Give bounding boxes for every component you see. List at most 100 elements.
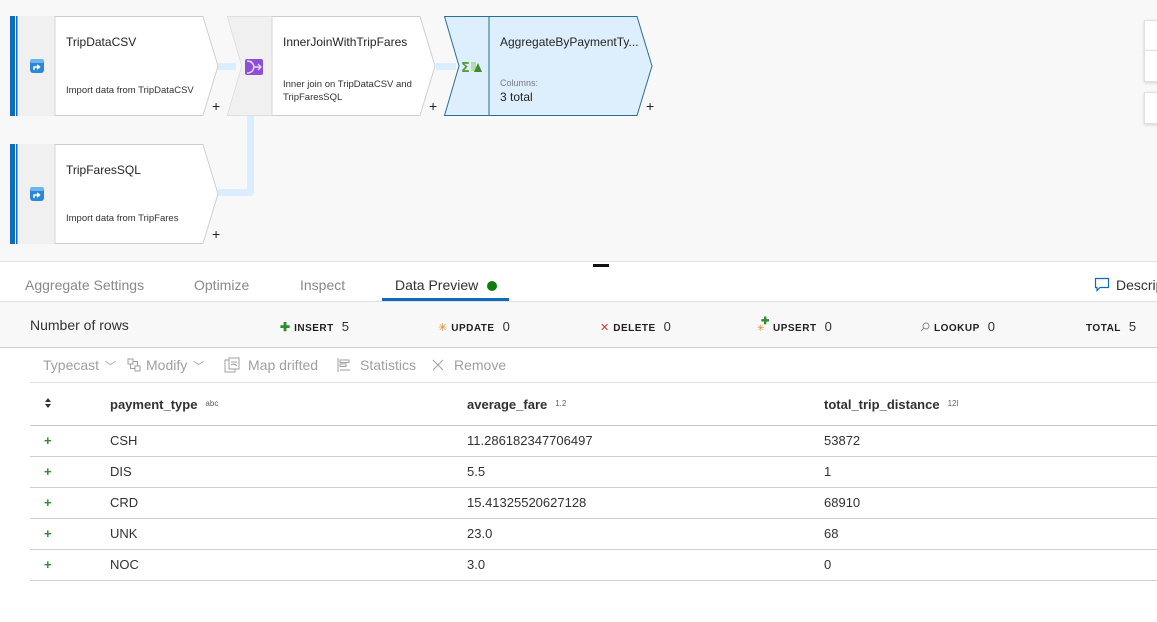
- column-header-average-fare[interactable]: average_fare 1.2: [467, 397, 566, 412]
- modify-button[interactable]: Modify ﹀: [127, 357, 204, 374]
- remove-label: Remove: [454, 357, 507, 373]
- node-columns-label: Columns:: [500, 78, 539, 88]
- column-header-total-trip-distance[interactable]: total_trip_distance 12l: [824, 397, 958, 412]
- stat-delete: ✕ DELETE 0: [600, 318, 671, 336]
- description-label: Descrip: [1116, 277, 1157, 293]
- add-transform-button[interactable]: +: [212, 98, 220, 114]
- cell-payment-type: CSH: [110, 433, 138, 448]
- cell-average-fare: 11.286182347706497: [467, 433, 593, 448]
- sort-icon[interactable]: [44, 397, 52, 409]
- stat-upsert: ✳ ✚ UPSERT 0: [757, 316, 832, 336]
- add-transform-button[interactable]: +: [212, 226, 220, 242]
- node-columns-value: 3 total: [500, 90, 533, 104]
- statistics-label: Statistics: [360, 357, 417, 373]
- insert-row-icon: +: [44, 526, 52, 541]
- table-row[interactable]: + CSH 11.286182347706497 53872: [30, 426, 1157, 457]
- modify-icon: [127, 358, 141, 372]
- stat-label: INSERT: [294, 323, 334, 334]
- node-innerjoin[interactable]: InnerJoinWithTripFares Inner join on Tri…: [226, 16, 442, 116]
- comment-icon: [1094, 277, 1110, 292]
- chevron-down-icon: ﹀: [193, 361, 205, 373]
- column-header-payment-type[interactable]: payment_type abc: [110, 397, 218, 412]
- cell-payment-type: UNK: [110, 526, 138, 541]
- column-name: payment_type: [110, 397, 198, 412]
- tab-data-preview[interactable]: Data Preview: [395, 277, 498, 293]
- description-button[interactable]: Descrip: [1094, 277, 1157, 293]
- remove-button[interactable]: Remove: [432, 357, 506, 373]
- number-of-rows-label: Number of rows: [30, 317, 129, 333]
- add-transform-button[interactable]: +: [646, 98, 654, 114]
- insert-icon: ✚: [280, 320, 291, 334]
- svg-text:Σ: Σ: [461, 61, 470, 74]
- node-description: Import data from TripFares: [66, 213, 179, 224]
- table-row[interactable]: + NOC 3.0 0: [30, 550, 1157, 581]
- table-row[interactable]: + UNK 23.0 68: [30, 519, 1157, 550]
- stat-total: TOTAL 5: [1082, 318, 1136, 336]
- stat-value: 0: [502, 319, 510, 334]
- dataflow-canvas[interactable]: TripDataCSV Import data from TripDataCSV…: [0, 0, 1157, 262]
- map-drifted-button[interactable]: Map drifted: [224, 357, 318, 373]
- stat-value: 5: [341, 319, 349, 334]
- stat-value: 5: [1128, 319, 1137, 334]
- row-stats-bar: Number of rows ✚ INSERT 5 ✳ UPDATE 0 ✕ DELETE…: [0, 302, 1157, 348]
- cell-total-trip-distance: 68910: [824, 495, 861, 510]
- statistics-button[interactable]: Statistics: [337, 357, 416, 373]
- tab-aggregate-settings[interactable]: Aggregate Settings: [25, 277, 144, 293]
- tab-label: Data Preview: [395, 277, 479, 293]
- stat-lookup: LOOKUP 0: [920, 318, 995, 336]
- stat-label: UPDATE: [451, 323, 495, 334]
- node-description: Inner join on TripDataCSV and TripFaresS…: [283, 79, 412, 103]
- tab-optimize[interactable]: Optimize: [194, 277, 249, 293]
- node-tripdatacsv[interactable]: TripDataCSV Import data from TripDataCSV…: [10, 16, 225, 116]
- stat-label: TOTAL: [1086, 323, 1121, 334]
- column-name: average_fare: [467, 397, 548, 412]
- preview-toolbar: Typecast ﹀ Modify ﹀ Map drifted Statisti…: [30, 348, 1157, 383]
- insert-row-icon: +: [44, 557, 52, 572]
- string-type-icon: abc: [205, 399, 219, 408]
- success-status-icon: [487, 281, 498, 291]
- node-title: TripDataCSV: [66, 35, 137, 49]
- aggregate-icon: Σ: [461, 61, 482, 74]
- cell-average-fare: 23.0: [467, 526, 493, 541]
- decimal-type-icon: 1.2: [555, 399, 567, 408]
- cell-total-trip-distance: 53872: [824, 433, 861, 448]
- cell-total-trip-distance: 0: [824, 557, 832, 572]
- add-transform-button[interactable]: +: [429, 98, 437, 114]
- typecast-label: Typecast: [43, 357, 100, 373]
- cell-average-fare: 15.41325520627128: [467, 495, 587, 510]
- stat-update: ✳ UPDATE 0: [438, 318, 510, 336]
- tab-inspect[interactable]: Inspect: [300, 277, 345, 293]
- node-aggregate[interactable]: Σ AggregateByPaymentTy... Columns: 3 tot…: [443, 16, 659, 116]
- tab-label: Aggregate Settings: [25, 277, 145, 293]
- cell-payment-type: CRD: [110, 495, 139, 510]
- chevron-down-icon: ﹀: [104, 361, 116, 373]
- insert-row-icon: +: [44, 433, 52, 448]
- tab-label: Optimize: [194, 277, 250, 293]
- map-drifted-icon: [224, 357, 240, 373]
- zoom-in-button[interactable]: [1144, 20, 1157, 51]
- upsert-icon: ✳ ✚: [757, 316, 770, 333]
- stat-label: LOOKUP: [934, 323, 980, 334]
- zoom-out-button[interactable]: [1144, 50, 1157, 82]
- source-icon: [30, 59, 44, 73]
- insert-row-icon: +: [44, 495, 52, 510]
- modify-label: Modify: [146, 357, 188, 373]
- cell-average-fare: 3.0: [467, 557, 486, 572]
- cell-average-fare: 5.5: [467, 464, 486, 479]
- settings-tabs: Aggregate Settings Optimize Inspect Data…: [0, 267, 1157, 302]
- node-title: InnerJoinWithTripFares: [283, 35, 408, 49]
- table-row[interactable]: + CRD 15.41325520627128 68910: [30, 488, 1157, 519]
- typecast-button[interactable]: Typecast ﹀: [43, 357, 116, 374]
- integer-type-icon: 12l: [947, 399, 959, 408]
- lookup-icon: [920, 322, 930, 332]
- stat-insert: ✚ INSERT 5: [280, 318, 349, 336]
- node-tripfaressql[interactable]: TripFaresSQL Import data from TripFares …: [10, 144, 225, 244]
- table-row[interactable]: + DIS 5.5 1: [30, 457, 1157, 488]
- update-icon: ✳: [438, 322, 448, 334]
- column-name: total_trip_distance: [824, 397, 940, 412]
- node-description: Import data from TripDataCSV: [66, 85, 194, 96]
- fit-view-button[interactable]: [1144, 92, 1157, 124]
- data-preview-table: payment_type abc average_fare 1.2 total_tr…: [30, 383, 1157, 581]
- connector-tripfares-to-join: [247, 116, 254, 196]
- delete-icon: ✕: [600, 322, 610, 334]
